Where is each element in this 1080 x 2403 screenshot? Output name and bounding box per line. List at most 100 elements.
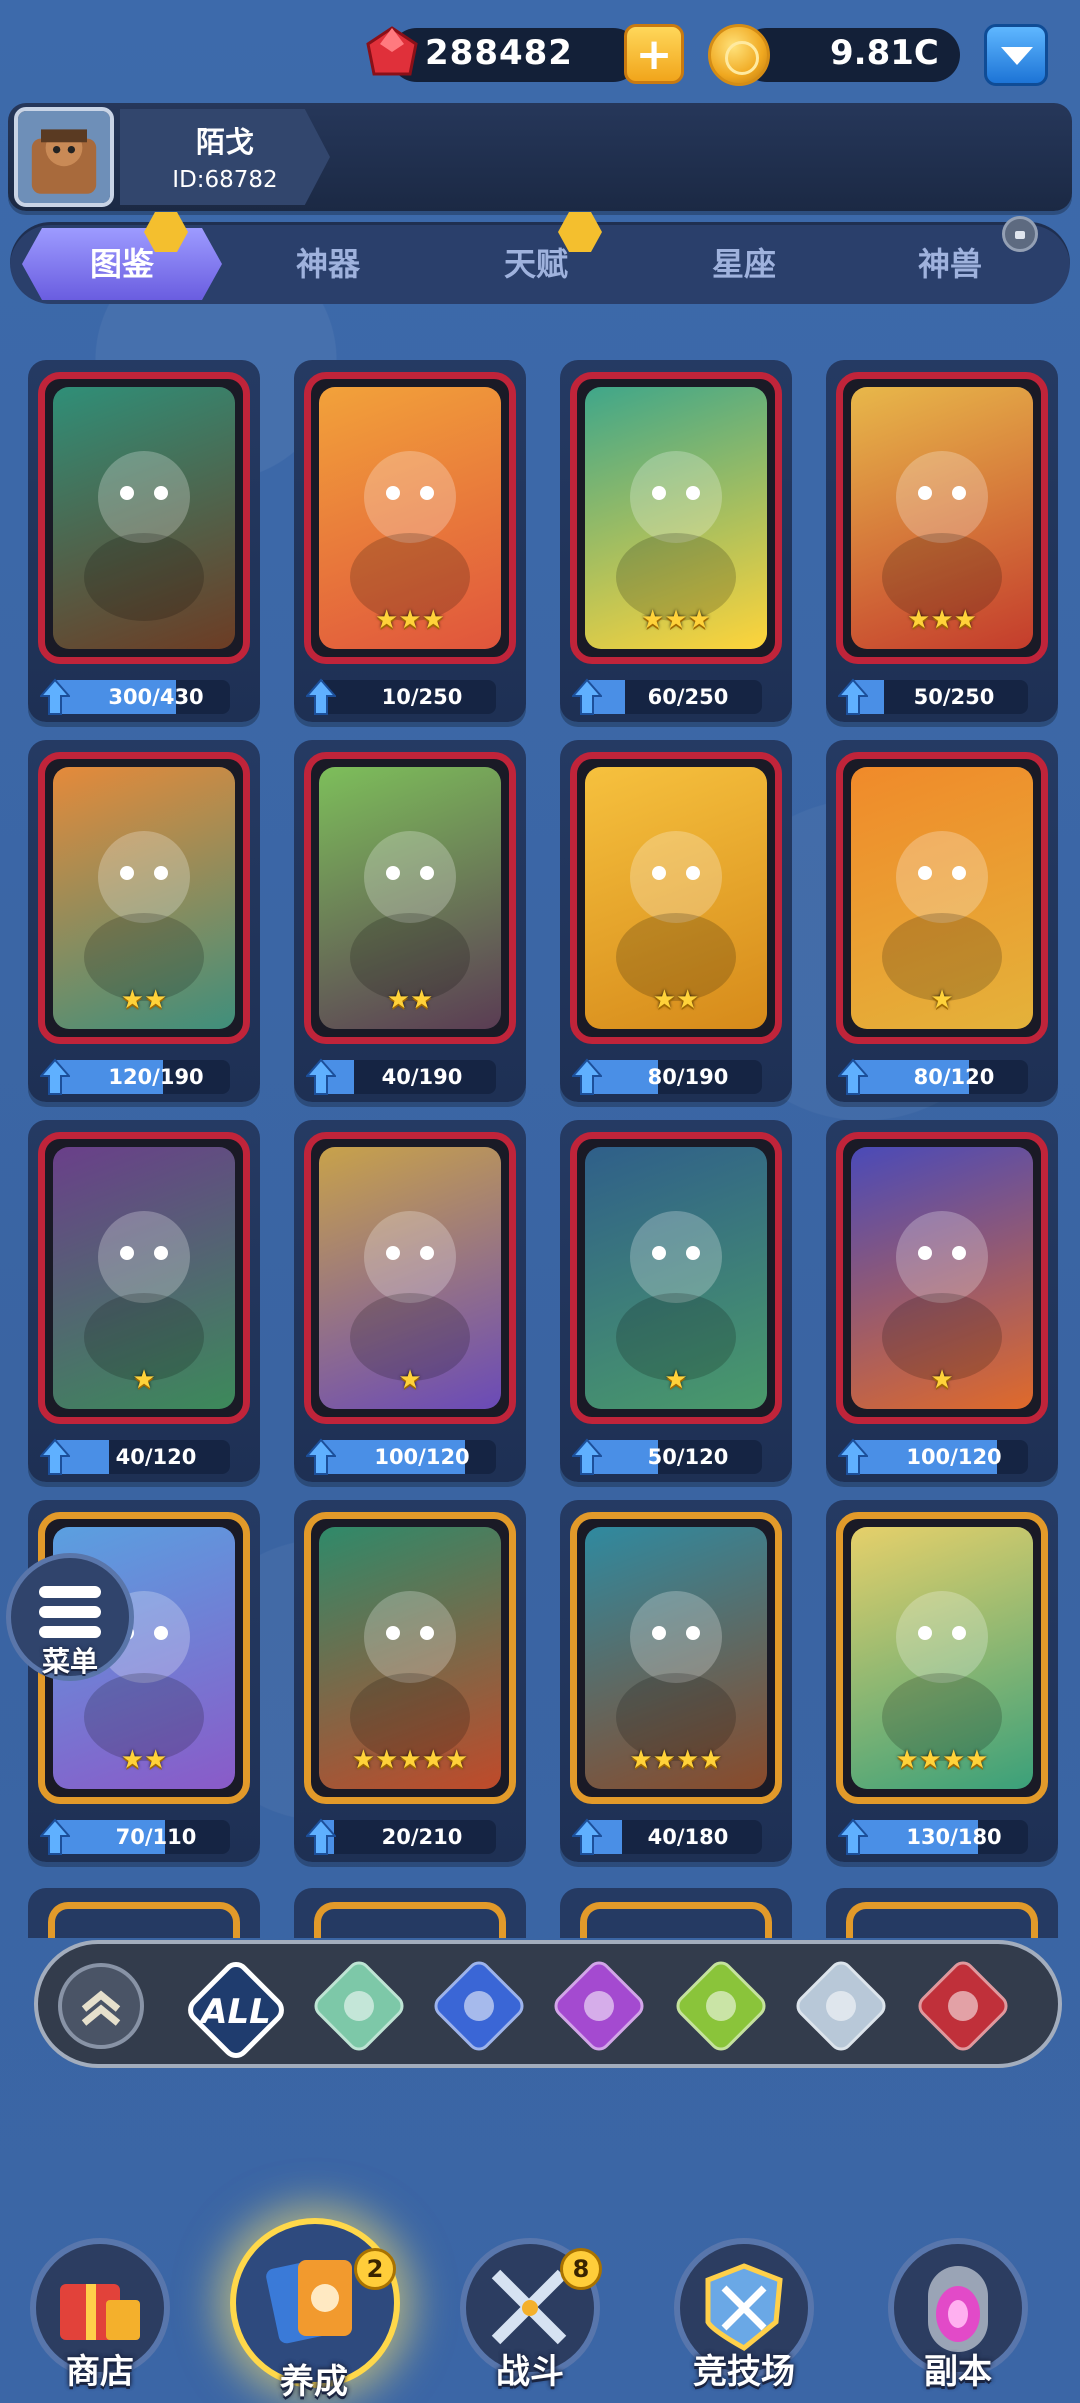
card-progress-text: 80/190	[647, 1065, 729, 1089]
collapse-button[interactable]	[58, 1963, 144, 2049]
upgrade-arrow-icon	[572, 1438, 602, 1475]
card-progress-bar: 50/120	[582, 1440, 762, 1474]
hero-card[interactable]: ★ 50/120	[560, 1120, 792, 1482]
nav-battle[interactable]: 8 战斗	[440, 2218, 620, 2400]
card-progress-text: 60/250	[647, 685, 729, 709]
card-frame	[38, 372, 250, 664]
upgrade-arrow-icon	[40, 1438, 70, 1475]
coin-icon	[708, 24, 770, 86]
hero-card[interactable]: ★ 100/120	[826, 1120, 1058, 1482]
gem-count: 288482	[425, 33, 573, 73]
upgrade-arrow-icon	[40, 1058, 70, 1095]
nav-shop-label: 商店	[66, 2352, 134, 2392]
card-progress-bar: 100/120	[848, 1440, 1028, 1474]
hero-card[interactable]: ★★★ 10/250	[294, 360, 526, 722]
chevron-down-icon	[1001, 47, 1033, 65]
hero-portrait: ★	[851, 1147, 1033, 1409]
card-progress-bar: 80/190	[582, 1060, 762, 1094]
hero-card[interactable]: ★★ 120/190	[28, 740, 260, 1102]
nav-arena-label: 竞技场	[693, 2352, 795, 2392]
upgrade-arrow-icon	[838, 1438, 868, 1475]
card-frame: ★★★	[836, 372, 1048, 664]
star-rating: ★	[398, 1365, 422, 1395]
hero-card-partial[interactable]	[560, 1888, 792, 1938]
bat-icon	[948, 1991, 978, 2021]
coin-count: 9.81C	[830, 33, 939, 73]
star-rating: ★★★	[641, 605, 711, 635]
add-gems-button[interactable]: +	[624, 24, 684, 84]
hero-portrait: ★★★★	[851, 1527, 1033, 1789]
nav-develop-label: 养成	[280, 2362, 348, 2402]
star-rating: ★★★★	[629, 1745, 723, 1775]
expand-button[interactable]	[984, 24, 1048, 86]
filter-all-button[interactable]: ALL	[182, 1956, 290, 2064]
hero-card[interactable]: ★★ 40/190	[294, 740, 526, 1102]
card-progress-bar: 70/110	[50, 1820, 230, 1854]
filter-wing-button[interactable]	[549, 1956, 649, 2056]
hero-portrait: ★	[585, 1147, 767, 1409]
hero-portrait: ★	[319, 1147, 501, 1409]
hero-card[interactable]: ★★★ 50/250	[826, 360, 1058, 722]
filter-lotus-button[interactable]	[671, 1956, 771, 2056]
card-frame: ★★★	[304, 372, 516, 664]
card-progress-bar: 80/120	[848, 1060, 1028, 1094]
hero-card-partial[interactable]	[28, 1888, 260, 1938]
hero-card[interactable]: 300/430	[28, 360, 260, 722]
filter-orb-button[interactable]	[429, 1956, 529, 2056]
hero-card[interactable]: ★ 80/120	[826, 740, 1058, 1102]
menu-label: 菜单	[41, 1645, 98, 1678]
hero-card[interactable]: ★ 40/120	[28, 1120, 260, 1482]
upgrade-arrow-icon	[306, 1058, 336, 1095]
hero-portrait: ★★★	[319, 387, 501, 649]
card-progress-text: 130/180	[906, 1825, 1002, 1849]
upgrade-arrow-icon	[838, 1818, 868, 1855]
star-rating: ★★	[386, 985, 434, 1015]
card-progress-text: 100/120	[374, 1445, 470, 1469]
hero-portrait: ★★	[53, 767, 235, 1029]
nav-develop[interactable]: 2 养成	[224, 2218, 404, 2402]
nav-battle-label: 战斗	[496, 2352, 564, 2392]
menu-button[interactable]: 菜单	[6, 1553, 134, 1681]
upgrade-arrow-icon	[40, 1818, 70, 1855]
hero-portrait: ★★★	[585, 387, 767, 649]
hero-card-partial[interactable]	[294, 1888, 526, 1938]
upgrade-arrow-icon	[306, 678, 336, 715]
nav-arena[interactable]: 竞技场	[654, 2218, 834, 2400]
nav-shop[interactable]: 商店	[10, 2218, 190, 2400]
card-progress-text: 70/110	[115, 1825, 197, 1849]
filter-bat-button[interactable]	[913, 1956, 1013, 2056]
hero-card[interactable]: ★ 100/120	[294, 1120, 526, 1482]
hero-card[interactable]: ★★★★ 40/180	[560, 1500, 792, 1862]
star-rating: ★★★★★	[351, 1745, 469, 1775]
tab-constellation[interactable]: 星座	[644, 228, 844, 300]
filter-prism-button[interactable]	[791, 1956, 891, 2056]
card-progress-bar: 40/190	[316, 1060, 496, 1094]
card-frame: ★★★	[570, 372, 782, 664]
card-frame: ★	[836, 1132, 1048, 1424]
avatar[interactable]	[14, 107, 114, 207]
nav-dungeon[interactable]: 副本	[868, 2218, 1048, 2400]
hero-card[interactable]: ★★ 80/190	[560, 740, 792, 1102]
hero-portrait: ★	[851, 767, 1033, 1029]
upgrade-arrow-icon	[40, 678, 70, 715]
card-progress-text: 300/430	[108, 685, 204, 709]
menu-icon	[39, 1586, 101, 1646]
wing-icon	[584, 1991, 614, 2021]
player-id: ID:68782	[172, 167, 278, 193]
card-frame: ★★★★	[836, 1512, 1048, 1804]
upgrade-arrow-icon	[572, 678, 602, 715]
tab-talent[interactable]: 天赋	[436, 228, 636, 300]
hero-card[interactable]: ★★★★ 130/180	[826, 1500, 1058, 1862]
tab-artifact[interactable]: 神器	[228, 228, 428, 300]
card-progress-text: 100/120	[906, 1445, 1002, 1469]
upgrade-arrow-icon	[838, 678, 868, 715]
hero-card[interactable]: ★★★ 60/250	[560, 360, 792, 722]
tab-collection[interactable]: 图鉴	[22, 228, 222, 300]
card-frame: ★	[836, 752, 1048, 1044]
hero-card-partial[interactable]	[826, 1888, 1058, 1938]
filter-tag-button[interactable]	[309, 1956, 409, 2056]
tag-icon	[344, 1991, 374, 2021]
hero-portrait: ★★★	[851, 387, 1033, 649]
card-frame: ★★★★★	[304, 1512, 516, 1804]
hero-card[interactable]: ★★★★★ 20/210	[294, 1500, 526, 1862]
